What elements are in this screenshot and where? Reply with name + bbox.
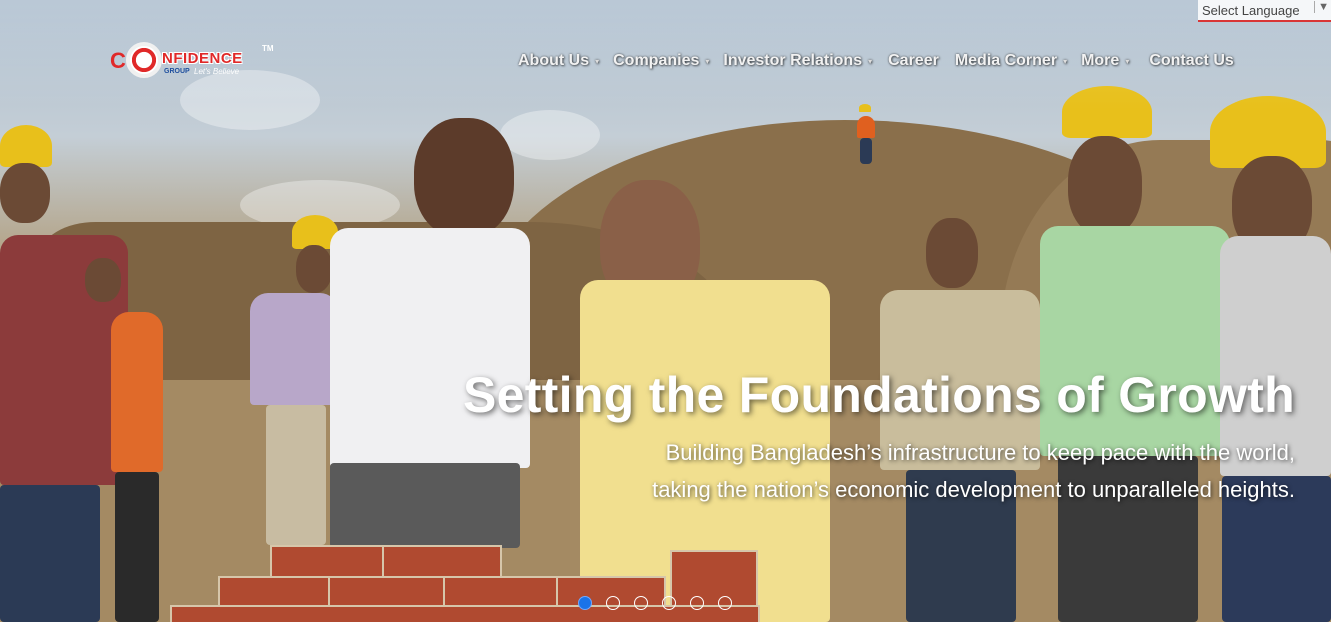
nav-item-label: Career [888,52,939,69]
chevron-down-icon: ▼ [1314,1,1329,13]
company-logo[interactable]: C NFIDENCE TM GROUP Let's Believe [110,42,276,80]
nav-item-label: About Us [518,52,590,69]
main-navigation: About Us ▾ Companies ▾ Investor Relation… [518,50,1234,72]
carousel-dot[interactable] [690,596,704,610]
worker-figure [85,258,165,622]
carousel-indicators [578,596,732,610]
chevron-down-icon: ▾ [868,56,873,66]
nav-item-about-us[interactable]: About Us ▾ [518,50,599,72]
worker-figure [1210,96,1331,622]
nav-item-companies[interactable]: Companies ▾ [613,50,709,72]
nav-item-label: Media Corner [954,52,1058,69]
nav-item-label: More [1081,52,1120,69]
language-selector[interactable]: Select Language ▼ [1198,0,1331,22]
nav-item-more[interactable]: More ▾ [1081,50,1129,72]
carousel-dot[interactable] [606,596,620,610]
worker-figure [1040,86,1230,622]
logo-ring-icon [126,42,162,78]
logo-group-label: GROUP [164,68,190,75]
nav-item-label: Investor Relations [723,52,863,69]
brick-wall [170,545,760,622]
nav-item-contact-us[interactable]: Contact Us [1149,50,1233,72]
worker-figure [330,118,530,548]
hero-headline: Setting the Foundations of Growth [462,367,1295,423]
carousel-dot[interactable] [662,596,676,610]
nav-item-label: Companies [613,52,700,69]
nav-item-label: Contact Us [1149,52,1234,69]
logo-trademark: TM [262,44,274,53]
chevron-down-icon: ▾ [705,56,710,66]
nav-item-investor-relations[interactable]: Investor Relations ▾ [723,50,872,72]
nav-item-media-corner[interactable]: Media Corner ▾ [955,50,1067,72]
worker-figure [855,104,877,164]
hero-subline: taking the nation’s economic development… [652,477,1295,502]
logo-letter: C [110,48,126,73]
carousel-dot[interactable] [718,596,732,610]
logo-wordmark: NFIDENCE [162,50,243,67]
worker-figure [250,215,340,545]
language-selector-label: Select Language [1202,2,1300,18]
carousel-dot-active[interactable] [578,596,592,610]
chevron-down-icon: ▾ [595,56,600,66]
chevron-down-icon: ▾ [1125,56,1130,66]
carousel-dot[interactable] [634,596,648,610]
hero-subline: Building Bangladesh’s infrastructure to … [665,440,1295,465]
nav-item-career[interactable]: Career [888,50,939,72]
logo-tagline: Let's Believe [194,67,240,76]
chevron-down-icon: ▾ [1063,56,1068,66]
